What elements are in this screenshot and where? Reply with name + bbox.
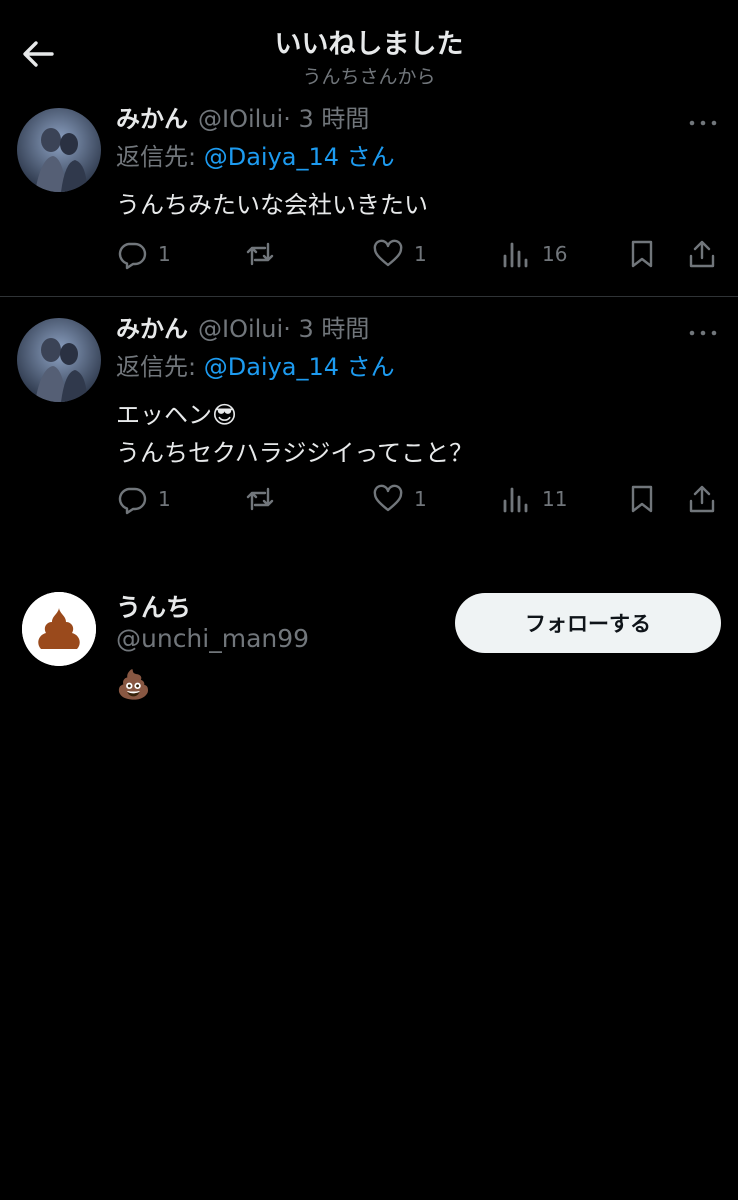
- more-icon[interactable]: [688, 324, 718, 336]
- tweet-text: エッヘン😎 うんちセクハラジジイってこと？: [116, 401, 474, 467]
- share-icon: [689, 485, 715, 513]
- author-handle[interactable]: @IOilui: [198, 315, 283, 343]
- retweet-icon: [246, 487, 274, 511]
- reply-mention-link[interactable]: @Daiya_14 さん: [204, 143, 395, 171]
- poop-icon: [22, 592, 96, 666]
- like-count: 1: [414, 487, 427, 511]
- views-button[interactable]: 11: [500, 482, 567, 516]
- page-title: いいねしました: [274, 29, 464, 60]
- reply-context: 返信先: @Daiya_14 さん: [116, 142, 395, 172]
- timestamp[interactable]: · 3 時間: [283, 105, 369, 133]
- view-count: 16: [542, 242, 568, 266]
- timestamp[interactable]: · 3 時間: [283, 315, 369, 343]
- share-button[interactable]: [686, 482, 718, 516]
- share-icon: [689, 240, 715, 268]
- like-icon: [373, 484, 403, 512]
- author-name[interactable]: みかん: [116, 105, 188, 133]
- like-button[interactable]: 1: [372, 237, 427, 271]
- page-subtitle: うんちさんから: [302, 66, 436, 88]
- like-button[interactable]: 1: [372, 482, 427, 516]
- reply-prefix: 返信先:: [116, 353, 204, 381]
- follow-button[interactable]: フォローする: [455, 593, 721, 653]
- avatar[interactable]: [17, 318, 101, 402]
- tweet-meta: みかん @IOilui· 3 時間: [116, 104, 369, 138]
- reply-button[interactable]: 1: [116, 237, 171, 271]
- reply-icon: [118, 242, 147, 270]
- author-handle[interactable]: @IOilui: [198, 105, 283, 133]
- user-handle[interactable]: @unchi_man99: [116, 624, 309, 653]
- bookmark-button[interactable]: [626, 482, 658, 516]
- tweet-meta: みかん @IOilui· 3 時間: [116, 314, 369, 348]
- retweet-icon: [246, 242, 274, 266]
- views-icon: [503, 487, 528, 513]
- header: いいねしました うんちさんから: [0, 0, 738, 96]
- tweet[interactable]: みかん @IOilui· 3 時間 返信先: @Daiya_14 さん エッヘン😎…: [0, 306, 738, 536]
- bookmark-button[interactable]: [626, 237, 658, 271]
- views-icon: [503, 242, 528, 268]
- tweet[interactable]: みかん @IOilui· 3 時間 返信先: @Daiya_14 さん うんちみた…: [0, 96, 738, 297]
- like-count: 1: [414, 242, 427, 266]
- tweet-text: うんちみたいな会社いきたい: [116, 191, 428, 219]
- avatar[interactable]: [22, 592, 96, 666]
- user-name[interactable]: うんち: [116, 588, 191, 624]
- retweet-button[interactable]: [244, 482, 286, 516]
- reply-mention-link[interactable]: @Daiya_14 さん: [204, 353, 395, 381]
- like-icon: [373, 239, 403, 267]
- author-name[interactable]: みかん: [116, 315, 188, 343]
- reply-icon: [118, 487, 147, 515]
- bookmark-icon: [631, 240, 653, 268]
- retweet-button[interactable]: [244, 237, 286, 271]
- view-count: 11: [542, 487, 568, 511]
- bookmark-icon: [631, 485, 653, 513]
- avatar[interactable]: [17, 108, 101, 192]
- user-bio: 💩: [116, 668, 151, 701]
- reply-count: 1: [158, 242, 171, 266]
- reply-count: 1: [158, 487, 171, 511]
- share-button[interactable]: [686, 237, 718, 271]
- reply-context: 返信先: @Daiya_14 さん: [116, 352, 395, 382]
- tweet-actions: 1 1 11: [116, 482, 722, 516]
- reply-button[interactable]: 1: [116, 482, 171, 516]
- user-cell[interactable]: うんち @unchi_man99 💩 フォローする: [0, 580, 738, 710]
- more-icon[interactable]: [688, 114, 718, 126]
- reply-prefix: 返信先:: [116, 143, 204, 171]
- tweet-actions: 1 1 16: [116, 237, 722, 271]
- views-button[interactable]: 16: [500, 237, 567, 271]
